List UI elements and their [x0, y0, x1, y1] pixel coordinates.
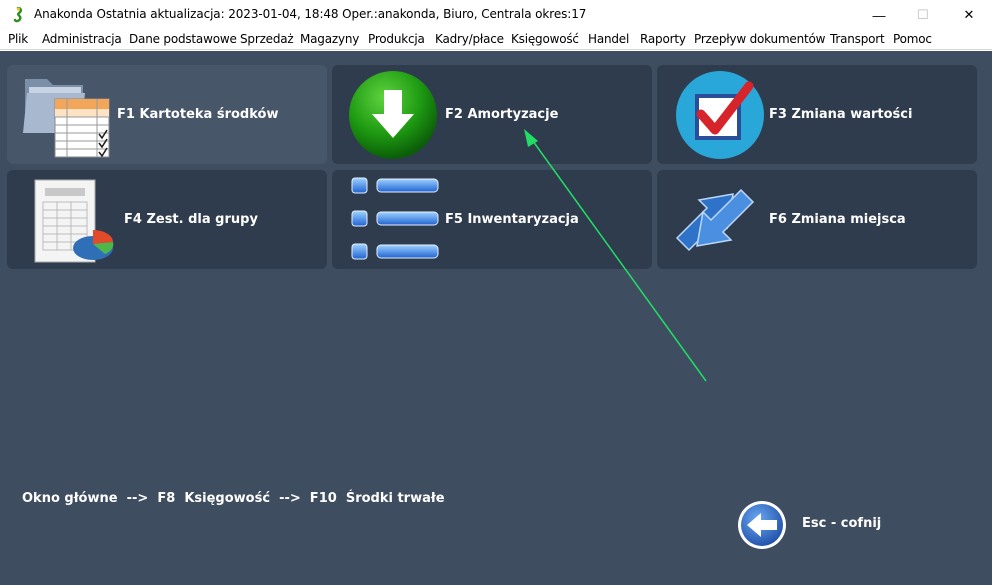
- tile-inwentaryzacja[interactable]: F5 Inwentaryzacja: [332, 170, 652, 269]
- folder-table-icon: [23, 79, 110, 158]
- menu-magazyny[interactable]: Magazyny: [300, 32, 359, 46]
- maximize-button[interactable]: ☐: [900, 0, 946, 30]
- tile-amortyzacje[interactable]: F2 Amortyzacje: [332, 65, 652, 164]
- tile-label: F3 Zmiana wartości: [769, 107, 913, 122]
- menu-plik[interactable]: Plik: [8, 32, 28, 46]
- menu-administracja[interactable]: Administracja: [42, 32, 122, 46]
- main-panel: F1 Kartoteka środków F2 Amortyzacje F3 Z…: [0, 51, 992, 585]
- snake-app-icon: [13, 7, 22, 23]
- menu-dane-podstawowe[interactable]: Dane podstawowe: [129, 32, 237, 46]
- menu-pomoc[interactable]: Pomoc: [893, 32, 932, 46]
- tile-label: F6 Zmiana miejsca: [769, 212, 906, 227]
- back-arrow-icon[interactable]: [737, 500, 787, 550]
- menu-raporty[interactable]: Raporty: [640, 32, 686, 46]
- menu-transport[interactable]: Transport: [830, 32, 885, 46]
- list-bullets-icon: [351, 177, 439, 260]
- sheet-pie-chart-icon: [34, 179, 114, 263]
- tile-label: F2 Amortyzacje: [445, 107, 559, 122]
- tile-zest-dla-grupy[interactable]: F4 Zest. dla grupy: [7, 170, 327, 269]
- menu-bar: Plik Administracja Dane podstawowe Sprze…: [0, 30, 992, 50]
- menu-produkcja[interactable]: Produkcja: [368, 32, 425, 46]
- minimize-button[interactable]: —: [856, 0, 902, 30]
- tile-label: F4 Zest. dla grupy: [124, 212, 258, 227]
- esc-back-label[interactable]: Esc - cofnij: [802, 516, 881, 531]
- window-title: Anakonda Ostatnia aktualizacja: 2023-01-…: [34, 7, 587, 21]
- menu-przeplyw-dokumentow[interactable]: Przepływ dokumentów: [694, 32, 825, 46]
- breadcrumb: Okno główne --> F8 Księgowość --> F10 Śr…: [22, 491, 445, 506]
- close-button[interactable]: ✕: [946, 0, 992, 30]
- title-bar: Anakonda Ostatnia aktualizacja: 2023-01-…: [0, 0, 992, 30]
- tile-kartoteka-srodkow[interactable]: F1 Kartoteka środków: [7, 65, 327, 164]
- menu-handel[interactable]: Handel: [588, 32, 629, 46]
- menu-ksiegowosc[interactable]: Księgowość: [511, 32, 579, 46]
- menu-kadry-place[interactable]: Kadry/płace: [435, 32, 504, 46]
- down-arrow-circle-icon: [349, 71, 437, 159]
- tile-label: F1 Kartoteka środków: [117, 107, 279, 122]
- tile-zmiana-wartosci[interactable]: F3 Zmiana wartości: [657, 65, 977, 164]
- tile-zmiana-miejsca[interactable]: F6 Zmiana miejsca: [657, 170, 977, 269]
- menu-sprzedaz[interactable]: Sprzedaż: [240, 32, 294, 46]
- tile-label: F5 Inwentaryzacja: [445, 212, 579, 227]
- checkbox-check-icon: [676, 71, 764, 159]
- swap-arrows-icon: [675, 188, 755, 252]
